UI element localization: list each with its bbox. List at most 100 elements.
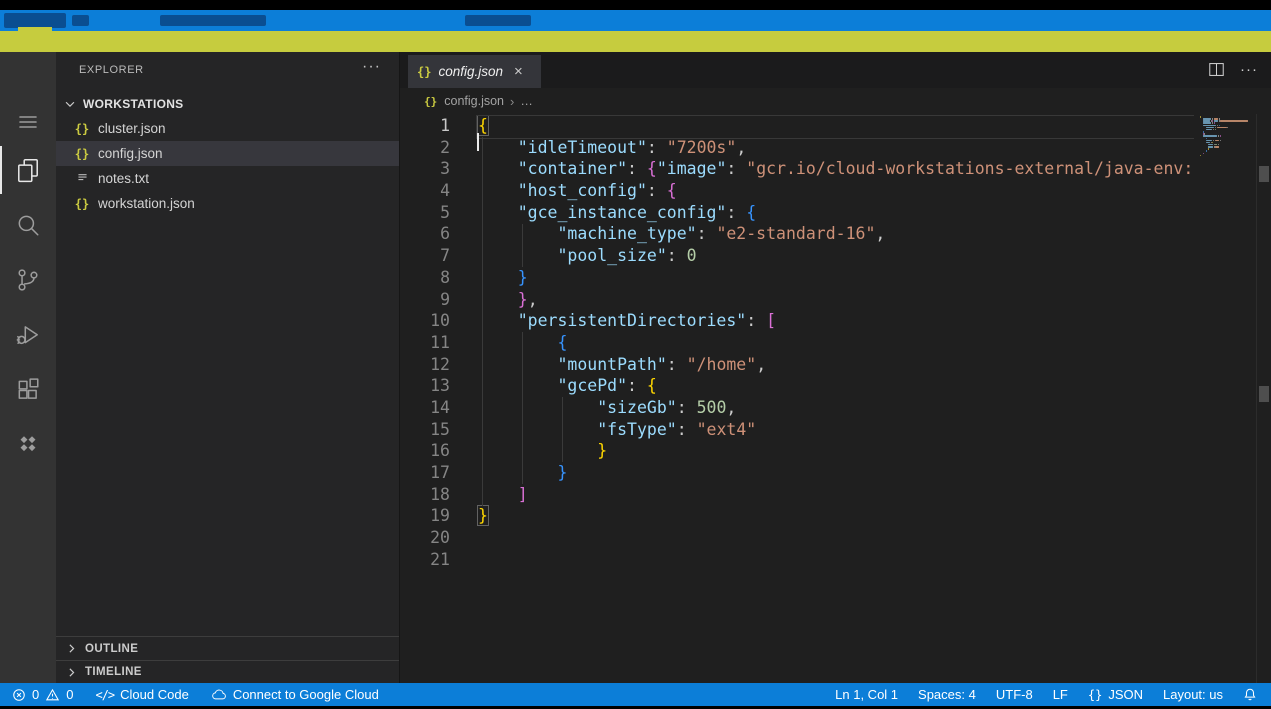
notifications-bell-icon[interactable]: [1243, 687, 1257, 702]
code-line[interactable]: 9 },: [400, 289, 1194, 311]
file-item-cluster.json[interactable]: {}cluster.json: [56, 116, 399, 141]
panel-outline[interactable]: OUTLINE: [56, 636, 399, 660]
code-line[interactable]: 8 }: [400, 267, 1194, 289]
redacted-text-block: [4, 13, 66, 28]
code-line[interactable]: 13 "gcePd": {: [400, 375, 1194, 397]
code-text: "gce_instance_config": {: [478, 203, 756, 222]
code-text: "persistentDirectories": [: [478, 311, 776, 330]
code-line[interactable]: 15 "fsType": "ext4": [400, 419, 1194, 441]
line-number: 11: [400, 332, 450, 354]
explorer-sidebar: EXPLORER ··· WORKSTATIONS {}cluster.json…: [56, 52, 399, 683]
code-line[interactable]: 2 "idleTimeout": "7200s",: [400, 137, 1194, 159]
code-line[interactable]: 16 }: [400, 440, 1194, 462]
code-line[interactable]: 3 "container": {"image": "gcr.io/cloud-w…: [400, 158, 1194, 180]
breadcrumb: {} config.json › …: [400, 88, 1271, 114]
cursor-position[interactable]: Ln 1, Col 1: [835, 687, 898, 702]
file-list: {}cluster.json{}config.jsonnotes.txt{}wo…: [56, 116, 399, 216]
code-line[interactable]: 17 }: [400, 462, 1194, 484]
code-text: "container": {"image": "gcr.io/cloud-wor…: [478, 159, 1193, 178]
code-text: "sizeGb": 500,: [478, 398, 736, 417]
menu-icon[interactable]: [0, 98, 56, 146]
encoding-setting[interactable]: UTF-8: [996, 687, 1033, 702]
explorer-title: EXPLORER: [79, 64, 144, 76]
line-number: 5: [400, 202, 450, 224]
error-icon: [12, 688, 26, 702]
code-editor[interactable]: 1{2 "idleTimeout": "7200s",3 "container"…: [400, 115, 1194, 683]
keyboard-layout[interactable]: Layout: us: [1163, 687, 1223, 702]
editor-more-icon[interactable]: ···: [1240, 61, 1258, 78]
code-text: ]: [478, 485, 528, 504]
line-number: 6: [400, 223, 450, 245]
code-text: }: [478, 441, 607, 460]
panel-label: TIMELINE: [85, 666, 142, 678]
file-item-notes.txt[interactable]: notes.txt: [56, 166, 399, 191]
file-label: notes.txt: [98, 171, 149, 186]
split-editor-icon[interactable]: [1207, 60, 1226, 79]
scrollbar-thumb[interactable]: [1259, 166, 1269, 182]
eol-setting[interactable]: LF: [1053, 687, 1068, 702]
tab-label: config.json: [438, 64, 503, 79]
line-number: 10: [400, 310, 450, 332]
line-number: 2: [400, 137, 450, 159]
tab-close-icon[interactable]: ×: [514, 64, 523, 79]
editor-actions: ···: [1207, 60, 1258, 79]
sidebar-item-search[interactable]: [0, 201, 56, 249]
tab-config-json[interactable]: {} config.json ×: [408, 55, 541, 88]
panel-timeline[interactable]: TIMELINE: [56, 660, 399, 683]
chevron-down-icon: [63, 97, 77, 111]
sidebar-item-run-debug[interactable]: [0, 311, 56, 359]
code-line[interactable]: 20: [400, 527, 1194, 549]
connect-google-cloud-button[interactable]: Connect to Google Cloud: [211, 687, 379, 702]
code-line[interactable]: 5 "gce_instance_config": {: [400, 202, 1194, 224]
redacted-text-block: [160, 15, 266, 26]
panel-label: OUTLINE: [85, 643, 138, 655]
sidebar-item-explorer[interactable]: [0, 146, 56, 194]
code-line[interactable]: 4 "host_config": {: [400, 180, 1194, 202]
code-line[interactable]: 21: [400, 549, 1194, 571]
warning-icon: [45, 688, 60, 702]
cloud-icon: [211, 688, 227, 701]
code-line[interactable]: 18 ]: [400, 484, 1194, 506]
minimap[interactable]: [1197, 114, 1255, 683]
sidebar-item-cloud-code[interactable]: [0, 420, 56, 468]
file-item-config.json[interactable]: {}config.json: [56, 141, 399, 166]
indentation-setting[interactable]: Spaces: 4: [918, 687, 976, 702]
line-number: 14: [400, 397, 450, 419]
file-label: cluster.json: [98, 121, 166, 136]
file-item-workstation.json[interactable]: {}workstation.json: [56, 191, 399, 216]
line-number: 18: [400, 484, 450, 506]
breadcrumb-file[interactable]: config.json: [444, 94, 504, 108]
code-text: "host_config": {: [478, 181, 677, 200]
git-branch-icon: [15, 267, 41, 293]
cloud-code-button[interactable]: </> Cloud Code: [95, 687, 188, 702]
problems-indicator[interactable]: 0 0: [12, 687, 73, 702]
cloud-code-label: Cloud Code: [120, 687, 189, 702]
code-line[interactable]: 11 {: [400, 332, 1194, 354]
code-line[interactable]: 19}: [400, 505, 1194, 527]
code-line[interactable]: 12 "mountPath": "/home",: [400, 354, 1194, 376]
json-file-icon: {}: [417, 65, 431, 79]
files-icon: [15, 157, 41, 183]
code-text: }: [478, 463, 567, 482]
explorer-more-button[interactable]: ···: [362, 58, 381, 76]
code-line[interactable]: 10 "persistentDirectories": [: [400, 310, 1194, 332]
code-line[interactable]: 7 "pool_size": 0: [400, 245, 1194, 267]
language-mode[interactable]: {} JSON: [1088, 687, 1143, 702]
sidebar-item-source-control[interactable]: [0, 256, 56, 304]
connect-label: Connect to Google Cloud: [233, 687, 379, 702]
warning-count: 0: [66, 687, 73, 702]
title-bar: [0, 10, 1271, 31]
code-text: "fsType": "ext4": [478, 420, 756, 439]
json-braces-icon: {}: [1088, 688, 1102, 702]
sidebar-item-extensions[interactable]: [0, 366, 56, 414]
code-line[interactable]: 14 "sizeGb": 500,: [400, 397, 1194, 419]
scrollbar-mark[interactable]: [1259, 386, 1269, 402]
json-file-icon: {}: [74, 147, 90, 161]
breadcrumb-more[interactable]: …: [520, 94, 533, 108]
extensions-icon: [15, 377, 41, 403]
code-line[interactable]: 1{: [400, 115, 1194, 137]
code-lines: 1{2 "idleTimeout": "7200s",3 "container"…: [400, 115, 1194, 570]
code-line[interactable]: 6 "machine_type": "e2-standard-16",: [400, 223, 1194, 245]
folder-workstations[interactable]: WORKSTATIONS: [56, 92, 399, 116]
chevron-right-icon: [65, 666, 78, 679]
